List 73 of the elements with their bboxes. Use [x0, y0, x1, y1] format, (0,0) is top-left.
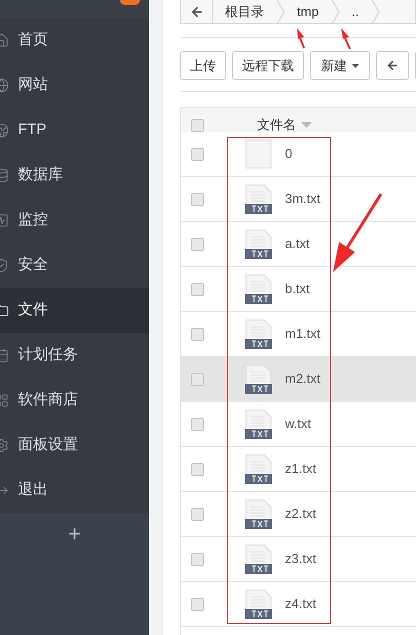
txt-file-icon: [245, 454, 272, 484]
checkbox[interactable]: [190, 418, 204, 430]
sidebar-label: 安全: [18, 255, 48, 276]
checkbox[interactable]: [190, 238, 204, 250]
file-name: m1.txt: [285, 325, 320, 344]
sidebar-label: 首页: [18, 30, 48, 50]
checkbox[interactable]: [190, 192, 204, 206]
sidebar-label: 网站: [18, 75, 48, 96]
caret-icon: [352, 64, 359, 68]
sidebar-item[interactable]: FTP: [0, 108, 149, 153]
file-name: 0: [285, 145, 292, 164]
sidebar-item[interactable]: 文件: [0, 288, 149, 333]
file-name: z4.txt: [285, 595, 316, 614]
sidebar-item[interactable]: 计划任务: [0, 333, 149, 378]
column-header[interactable]: 文件名: [257, 115, 312, 135]
txt-file-icon: [245, 184, 272, 214]
file-name: m2.txt: [285, 370, 320, 388]
file-name: 3m.txt: [285, 190, 320, 208]
txt-file-icon: [245, 499, 272, 529]
toolbar-button[interactable]: 上传: [180, 51, 226, 80]
sidebar-label: 监控: [18, 210, 48, 230]
file-name: w.txt: [285, 415, 312, 434]
file-name: b.txt: [285, 280, 310, 298]
file-name: z3.txt: [285, 550, 316, 568]
breadcrumb-item[interactable]: 根目录: [213, 2, 276, 22]
file-name: a.txt: [285, 235, 310, 254]
txt-file-icon: [245, 589, 272, 619]
checkbox[interactable]: [190, 148, 204, 160]
file-row[interactable]: m2.txt: [181, 357, 416, 402]
checkbox[interactable]: [190, 372, 204, 386]
file-name: z2.txt: [285, 505, 316, 524]
txt-file-icon: [245, 319, 272, 349]
annotation-arrow: [341, 28, 351, 50]
txt-file-icon: [245, 229, 272, 259]
sidebar-label: 数据库: [18, 165, 63, 186]
checkbox[interactable]: [190, 118, 204, 132]
checkbox[interactable]: [190, 508, 204, 520]
back-arrow-icon: [386, 59, 399, 72]
txt-file-icon: [245, 544, 272, 574]
sort-caret-icon: [301, 122, 312, 128]
sidebar-label: 文件: [18, 300, 48, 320]
sidebar-item[interactable]: 数据库: [0, 153, 149, 198]
toolbar-button[interactable]: 远程下载: [232, 51, 304, 80]
breadcrumb-item[interactable]: ..: [340, 2, 371, 22]
checkbox[interactable]: [190, 462, 204, 476]
back-arrow-icon: [190, 4, 204, 18]
sidebar-item[interactable]: 面板设置: [0, 423, 149, 468]
file-name: z1.txt: [285, 460, 316, 478]
sidebar-item[interactable]: 软件商店: [0, 378, 149, 423]
dropdown-button[interactable]: 新建: [310, 51, 370, 80]
sidebar-item[interactable]: 网站: [0, 63, 149, 108]
blank-file-icon: [245, 139, 272, 169]
checkbox[interactable]: [190, 552, 204, 566]
sidebar-label: 计划任务: [18, 345, 78, 366]
sidebar-item[interactable]: 首页: [0, 18, 149, 63]
sidebar-label: 软件商店: [18, 390, 78, 410]
txt-file-icon: [245, 364, 272, 394]
sidebar-item[interactable]: 退出: [0, 468, 149, 513]
sidebar-item[interactable]: 安全: [0, 243, 149, 288]
sidebar-label: 退出: [18, 480, 48, 500]
file-row[interactable]: 0: [181, 132, 416, 177]
txt-file-icon: [245, 409, 272, 439]
sidebar-label: FTP: [18, 120, 46, 140]
annotation-arrow: [297, 28, 305, 48]
checkbox[interactable]: [190, 598, 204, 610]
sidebar-item[interactable]: 监控: [0, 198, 149, 243]
breadcrumb-item[interactable]: tmp: [285, 2, 331, 22]
sidebar-label: 面板设置: [18, 435, 78, 456]
checkbox[interactable]: [190, 282, 204, 296]
checkbox[interactable]: [190, 328, 204, 340]
txt-file-icon: [245, 274, 272, 304]
back-button[interactable]: [376, 51, 409, 80]
add-button[interactable]: +: [64, 523, 85, 545]
